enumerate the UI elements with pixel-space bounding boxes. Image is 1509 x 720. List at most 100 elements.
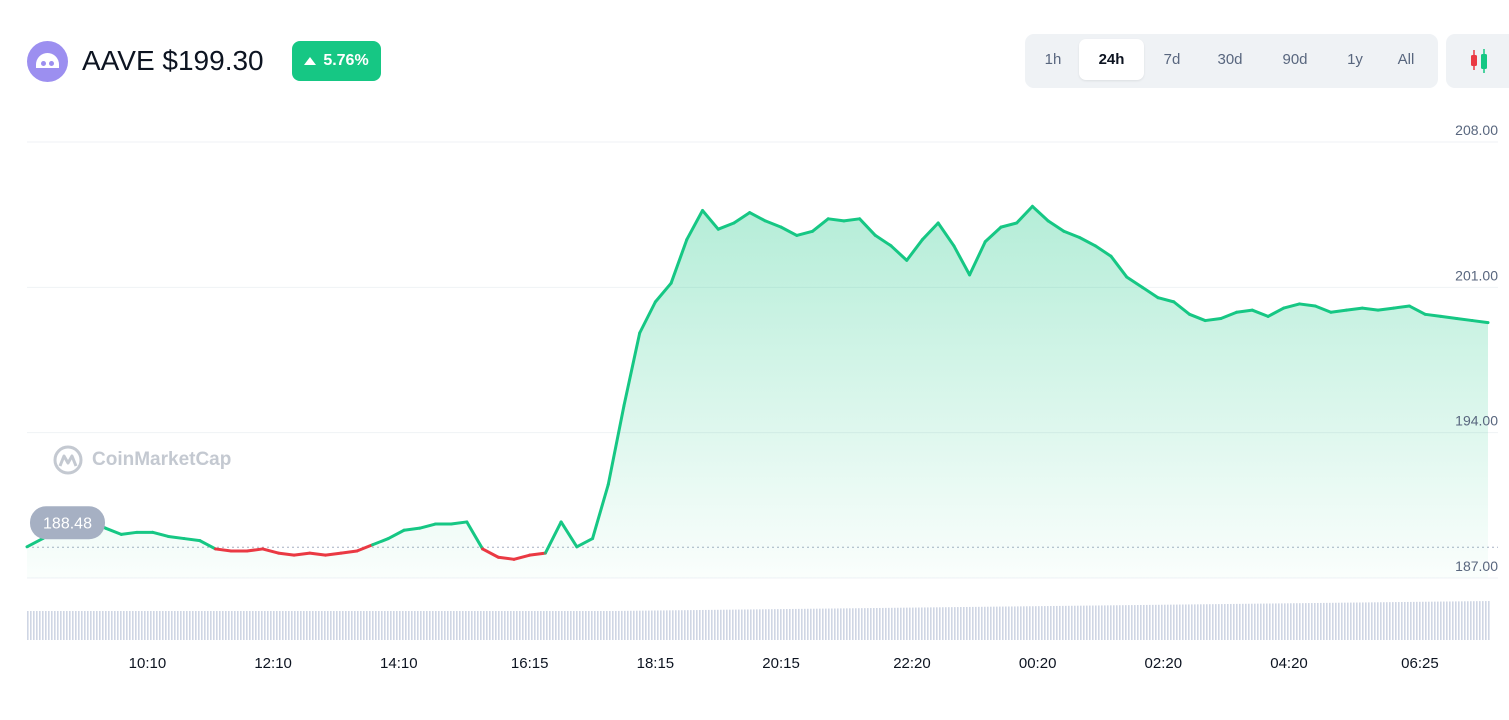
volume-bar xyxy=(1293,603,1295,640)
volume-bar xyxy=(243,611,245,640)
price-point xyxy=(1487,322,1489,324)
volume-bar xyxy=(813,608,815,640)
price-point xyxy=(120,533,122,536)
volume-bar xyxy=(1023,606,1025,640)
volume-bar xyxy=(258,611,260,640)
volume-bar xyxy=(834,608,836,640)
volume-bar xyxy=(1029,606,1031,640)
volume-bar xyxy=(444,611,446,640)
price-point xyxy=(1330,311,1332,313)
volume-bar xyxy=(1068,605,1070,640)
volume-bar xyxy=(1230,603,1232,640)
price-point xyxy=(324,554,327,556)
volume-bar xyxy=(552,611,554,640)
volume-bar xyxy=(411,611,413,640)
volume-bar xyxy=(642,610,644,640)
price-line-segment xyxy=(1329,308,1349,314)
volume-bar xyxy=(645,610,647,640)
volume-bar xyxy=(1413,601,1415,640)
volume-bar xyxy=(1407,601,1409,640)
volume-bar xyxy=(1458,601,1460,640)
volume-bar xyxy=(66,611,68,640)
volume-bar xyxy=(333,611,335,640)
volume-bar xyxy=(756,609,758,640)
volume-bar xyxy=(69,611,71,640)
volume-bar xyxy=(345,611,347,640)
volume-bar xyxy=(1260,603,1262,640)
volume-bar xyxy=(1473,601,1475,640)
volume-bar xyxy=(408,611,410,640)
volume-bar xyxy=(1437,601,1439,640)
volume-bar xyxy=(939,607,941,640)
price-point xyxy=(1126,276,1128,278)
volume-bar xyxy=(990,606,992,640)
volume-bar xyxy=(1404,601,1406,640)
price-point xyxy=(1078,236,1081,239)
volume-bar xyxy=(210,611,212,640)
volume-bar xyxy=(297,611,299,640)
volume-bar xyxy=(351,611,353,640)
volume-bar xyxy=(780,609,782,640)
volume-bar xyxy=(1038,606,1040,640)
volume-bar xyxy=(558,611,560,640)
volume-bar xyxy=(1275,603,1277,640)
volume-bar xyxy=(363,611,365,640)
volume-bar xyxy=(1116,605,1118,640)
price-point xyxy=(811,230,814,232)
volume-bar xyxy=(1344,602,1346,640)
volume-bar xyxy=(912,607,914,640)
volume-bar xyxy=(537,611,539,640)
price-point xyxy=(701,209,704,212)
price-line-segment xyxy=(292,551,312,557)
volume-bar xyxy=(1026,606,1028,640)
volume-bar xyxy=(393,611,395,640)
volume-bar xyxy=(1341,602,1343,640)
price-point xyxy=(309,552,311,554)
price-point xyxy=(984,241,986,243)
volume-bar xyxy=(804,608,806,640)
volume-bar xyxy=(306,611,308,640)
price-point xyxy=(481,548,484,550)
volume-bar xyxy=(1314,603,1316,640)
volume-bar xyxy=(876,607,878,640)
price-point xyxy=(843,220,845,222)
volume-bar xyxy=(426,611,428,640)
volume-bar xyxy=(342,611,344,640)
price-point xyxy=(1204,319,1206,322)
volume-bar xyxy=(1122,605,1124,640)
price-point xyxy=(497,556,499,558)
volume-bar xyxy=(1425,601,1427,640)
volume-bar xyxy=(96,611,98,640)
volume-bar xyxy=(267,611,269,640)
volume-bar xyxy=(861,608,863,640)
volume-bar xyxy=(732,609,734,640)
volume-bar xyxy=(1035,606,1037,640)
volume-bar xyxy=(606,611,608,640)
volume-bar xyxy=(708,609,710,640)
price-point xyxy=(262,548,264,550)
volume-bar xyxy=(648,610,650,640)
volume-bar xyxy=(540,611,542,640)
volume-bar xyxy=(1143,604,1145,640)
volume-bar xyxy=(1464,601,1466,640)
volume-bar xyxy=(48,611,50,640)
volume-bar xyxy=(1074,605,1076,640)
price-point xyxy=(937,222,939,224)
volume-bar xyxy=(1281,603,1283,640)
volume-bar xyxy=(1362,602,1364,640)
volume-bar xyxy=(543,611,545,640)
volume-bar xyxy=(399,611,401,640)
volume-bar xyxy=(477,611,479,640)
volume-bar xyxy=(744,609,746,640)
volume-bar xyxy=(327,611,329,640)
volume-bar xyxy=(1317,602,1319,640)
volume-bar xyxy=(1164,604,1166,640)
price-chart[interactable]: 208.00 201.00 194.00 187.00 10:10 12:10 14:10 1… xyxy=(0,0,1509,720)
price-point xyxy=(1000,226,1002,228)
volume-bar xyxy=(885,607,887,640)
volume-bar xyxy=(387,611,389,640)
volume-bar xyxy=(999,606,1001,640)
volume-bar xyxy=(1335,602,1337,640)
volume-bar xyxy=(546,611,548,640)
volume-bar xyxy=(933,607,935,640)
